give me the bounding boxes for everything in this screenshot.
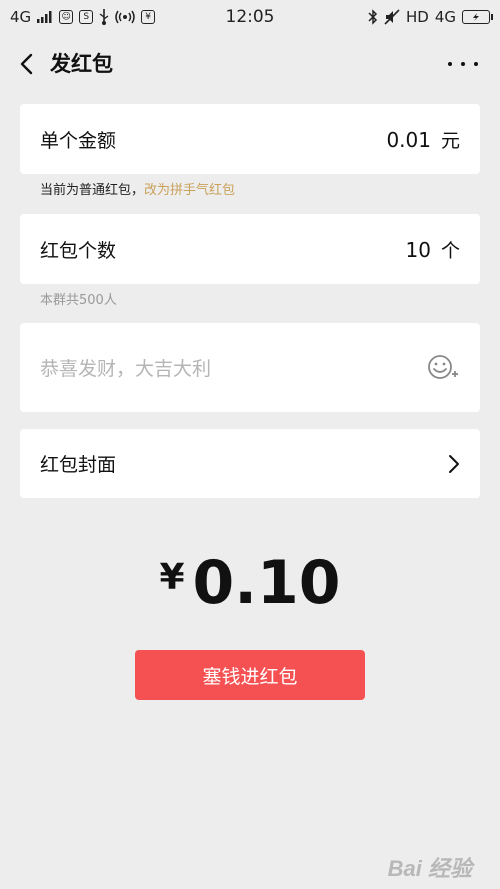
send-money-button[interactable]: 塞钱进红包 [135,650,365,700]
battery-icon [462,10,493,24]
switch-lucky-packet-link[interactable]: 改为拼手气红包 [144,183,235,198]
status-left: 4G ☺ S ¥ [10,8,156,26]
packet-count-input[interactable]: 10 [406,238,431,262]
chevron-left-icon [20,53,33,75]
red-packet-type-text: 当前为普通红包， [40,183,145,198]
emoji-button[interactable] [426,351,460,385]
greeting-message-card[interactable]: 恭喜发财，大吉大利 [20,323,480,412]
page-title: 发红包 [50,52,113,76]
bluetooth-icon [368,9,378,25]
red-packet-cover-card[interactable]: 红包封面 [20,429,480,498]
header: 发红包 [0,38,500,90]
single-amount-unit: 元 [440,129,460,152]
single-amount-label: 单个金额 [40,129,117,152]
back-button[interactable] [12,50,40,78]
s-app-icon: S [79,10,94,24]
network-type-right: 4G [434,8,456,26]
packet-count-value-group[interactable]: 10 个 [406,236,460,263]
hotspot-icon [115,10,135,24]
group-member-hint: 本群共500人 [40,293,117,308]
packet-count-label: 红包个数 [40,239,117,262]
status-bar: 4G ☺ S ¥ 12:05 HD 4G [0,0,500,34]
usb-icon [99,9,109,25]
emoji-add-icon [428,354,458,379]
more-button[interactable] [448,56,478,72]
mute-icon [384,9,400,25]
baidu-jingyan-watermark: Bai 经验 [387,856,472,881]
greeting-message-input[interactable]: 恭喜发财，大吉大利 [40,354,211,381]
app-badge-icon: ¥ [141,10,156,24]
chevron-right-icon [449,454,459,473]
status-right: HD 4G [368,8,493,26]
signal-icon [37,11,53,23]
red-packet-cover-label: 红包封面 [40,454,117,476]
total-amount: ¥0.10 [0,548,500,618]
app-notification-icon: ☺ [59,10,74,24]
more-dot-icon [461,62,465,66]
hd-label: HD [405,8,429,26]
total-amount-value: 0.10 [192,548,341,618]
single-amount-card[interactable]: 单个金额 0.01 元 [20,104,480,174]
single-amount-value-group[interactable]: 0.01 元 [386,126,460,153]
single-amount-input[interactable]: 0.01 [386,128,431,152]
more-dot-icon [448,62,452,66]
network-type-left: 4G [10,8,32,26]
red-packet-type-hint: 当前为普通红包，改为拼手气红包 [40,179,235,198]
packet-count-card[interactable]: 红包个数 10 个 [20,214,480,284]
packet-count-unit: 个 [440,239,460,262]
more-dot-icon [474,62,478,66]
currency-symbol: ¥ [159,557,185,598]
